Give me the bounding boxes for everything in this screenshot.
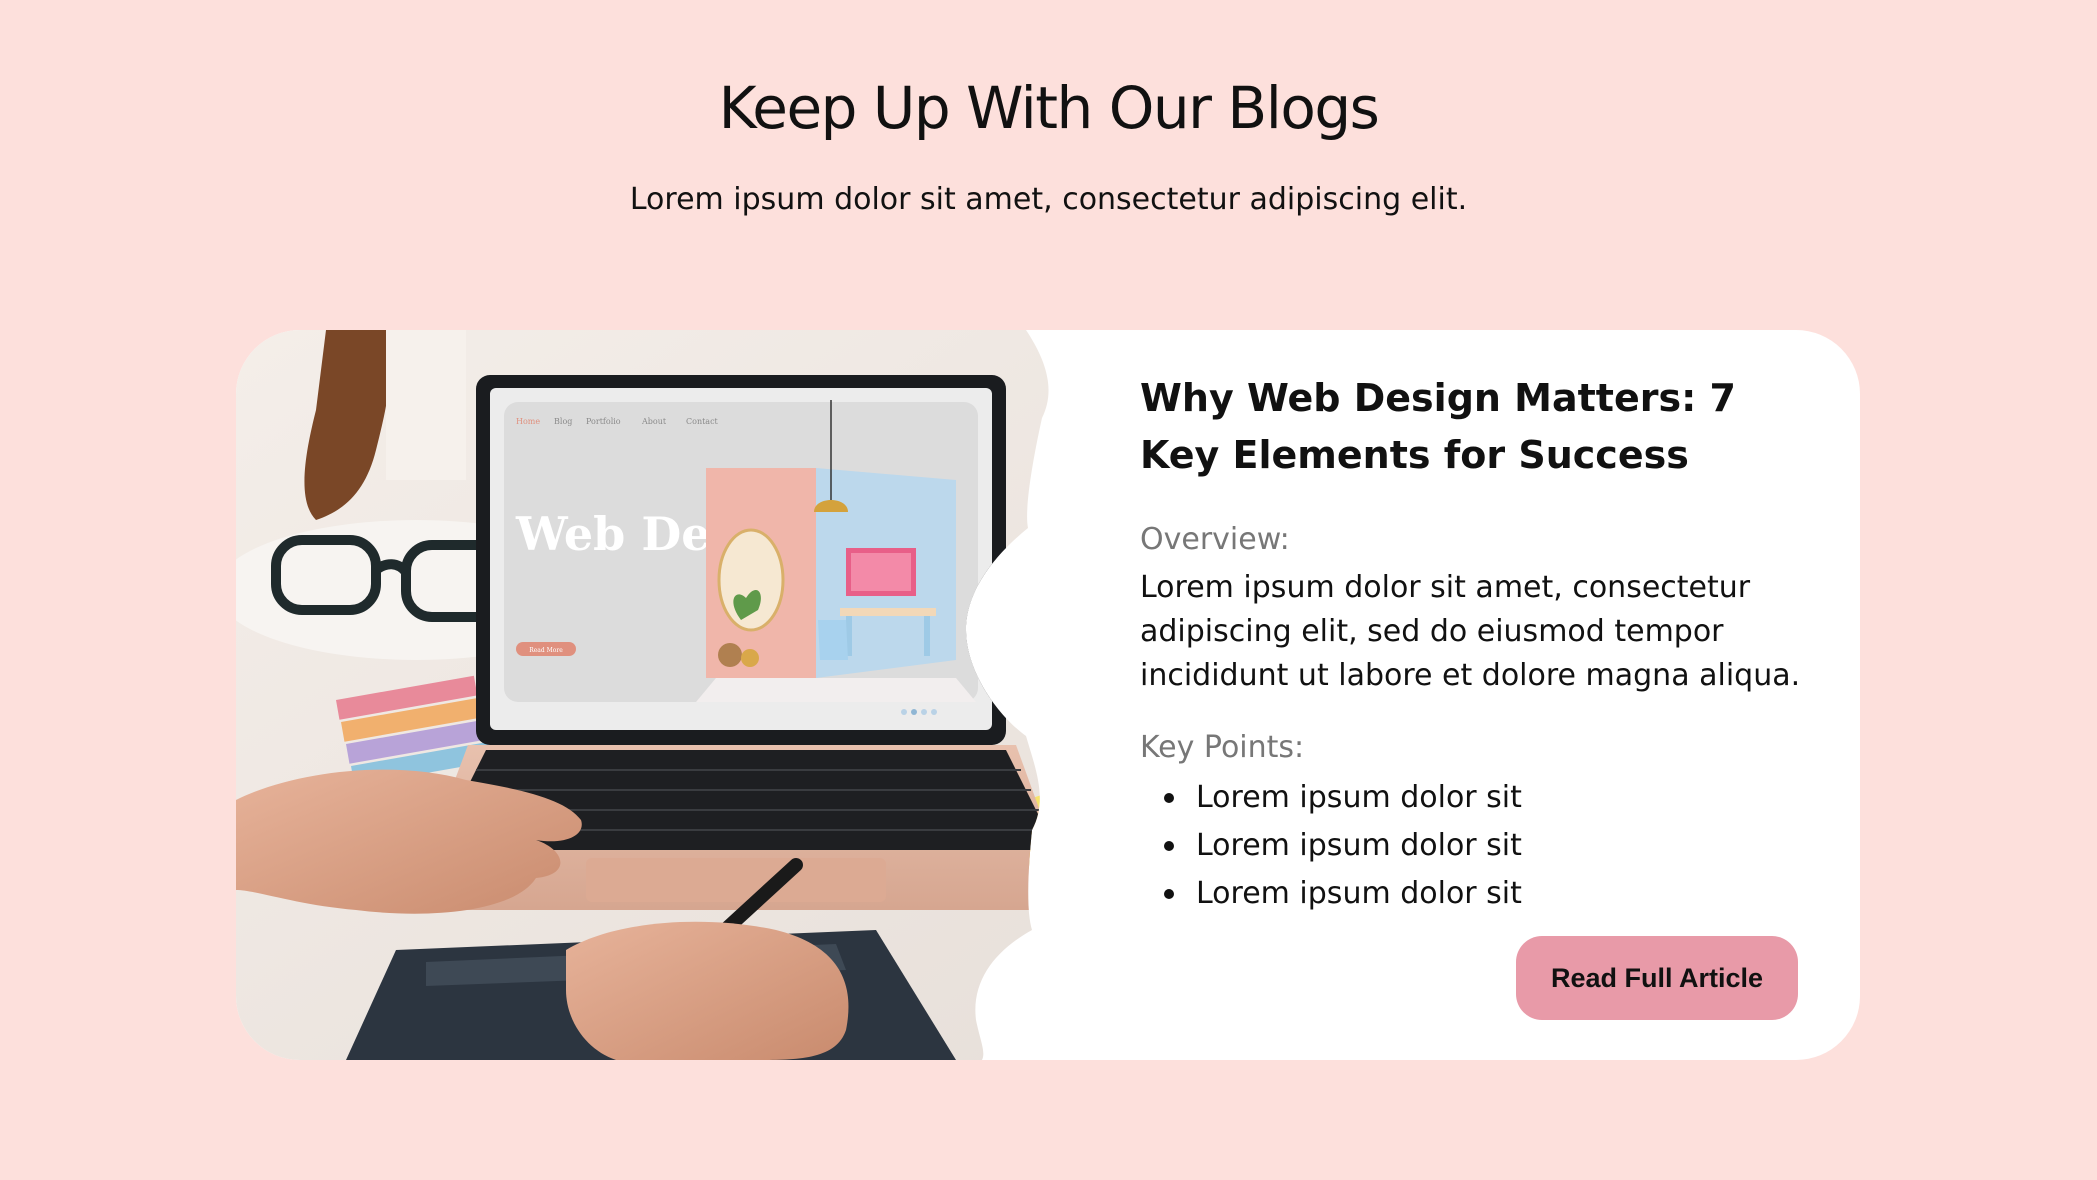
screen-read-more: Read More — [529, 647, 563, 654]
key-points-list: Lorem ipsum dolor sit Lorem ipsum dolor … — [1140, 774, 1820, 918]
bullet-icon — [1164, 841, 1174, 851]
blog-card: Home Blog Portfolio About Contact Web De… — [236, 330, 1860, 1060]
bullet-icon — [1164, 793, 1174, 803]
key-point-text: Lorem ipsum dolor sit — [1196, 828, 1522, 863]
key-points-label: Key Points: — [1140, 730, 1305, 765]
screen-nav-blog: Blog — [554, 417, 572, 426]
bullet-icon — [1164, 889, 1174, 899]
screen-nav-contact: Contact — [686, 417, 719, 426]
section-title: Keep Up With Our Blogs — [718, 74, 1380, 142]
section-subtitle: Lorem ipsum dolor sit amet, consectetur … — [629, 182, 1468, 217]
article-title: Why Web Design Matters: 7 Key Elements f… — [1140, 376, 1736, 477]
overview-text: Lorem ipsum dolor sit amet, consectetur … — [1140, 570, 1801, 693]
screen-nav-about: About — [641, 417, 667, 426]
overview-label: Overview: — [1140, 522, 1290, 557]
key-point-text: Lorem ipsum dolor sit — [1196, 876, 1522, 911]
list-item: Lorem ipsum dolor sit — [1140, 774, 1820, 822]
screen-nav-portfolio: Portfolio — [586, 417, 621, 426]
screen-nav-home: Home — [516, 417, 540, 426]
list-item: Lorem ipsum dolor sit — [1140, 870, 1820, 918]
read-full-article-button[interactable]: Read Full Article — [1516, 936, 1798, 1020]
key-point-text: Lorem ipsum dolor sit — [1196, 780, 1522, 815]
article-content: Why Web Design Matters: 7 Key Elements f… — [1140, 370, 1820, 918]
list-item: Lorem ipsum dolor sit — [1140, 822, 1820, 870]
